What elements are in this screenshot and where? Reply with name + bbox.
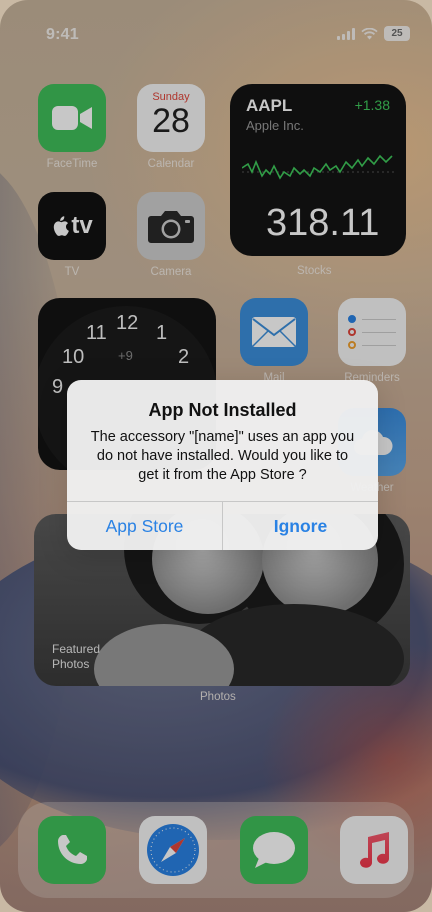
alert-button-bar: App Store Ignore: [67, 501, 378, 550]
home-screen: 9:41 25 FaceTime Sunday 28 Calendar AAPL: [0, 0, 432, 912]
alert-message: The accessory "[name]" uses an app you d…: [90, 429, 355, 483]
ignore-button[interactable]: Ignore: [222, 502, 378, 550]
app-not-installed-alert: App Not Installed The accessory "[name]"…: [67, 380, 378, 550]
app-store-button[interactable]: App Store: [67, 502, 222, 550]
alert-title: App Not Installed: [148, 400, 297, 420]
